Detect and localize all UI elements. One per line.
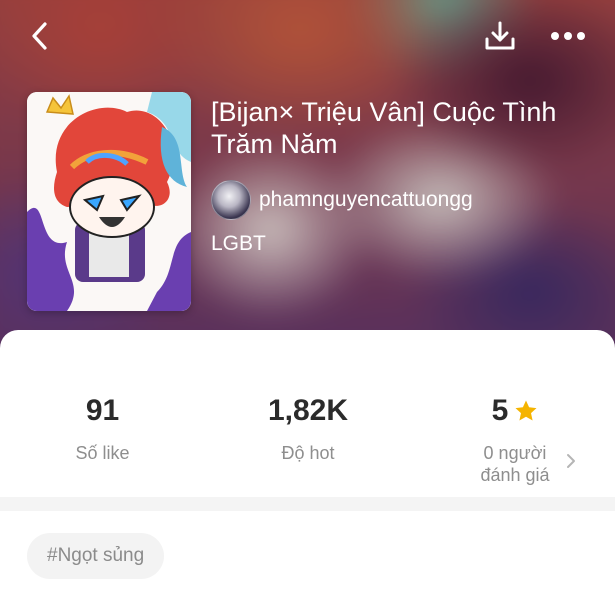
author-row[interactable]: phamnguyencattuongg bbox=[211, 180, 473, 220]
back-button[interactable] bbox=[22, 18, 58, 54]
rating-label: 0 người đánh giá bbox=[465, 442, 565, 486]
rating-stat[interactable]: 5 0 người đánh giá bbox=[465, 392, 565, 486]
tag-chip[interactable]: #Ngọt sủng bbox=[27, 533, 165, 579]
more-options-button[interactable] bbox=[546, 16, 590, 56]
likes-stat: 91 Số like bbox=[60, 392, 145, 464]
hot-stat: 1,82K Độ hot bbox=[247, 392, 369, 464]
star-icon bbox=[515, 400, 537, 421]
download-icon bbox=[485, 21, 515, 50]
story-title: [Bijan× Triệu Vân] Cuộc Tình Trăm Năm bbox=[211, 97, 557, 159]
hot-label: Độ hot bbox=[281, 443, 335, 463]
top-bar bbox=[0, 14, 615, 58]
author-name[interactable]: phamnguyencattuongg bbox=[259, 188, 473, 212]
rating-label-line2: đánh giá bbox=[480, 465, 550, 485]
section-divider bbox=[0, 497, 615, 511]
tag-label: #Ngọt sủng bbox=[47, 545, 145, 566]
download-button[interactable] bbox=[480, 16, 520, 56]
more-horizontal-icon bbox=[551, 32, 585, 40]
story-cover-image bbox=[27, 92, 191, 311]
rating-value: 5 bbox=[491, 394, 509, 427]
likes-value: 91 bbox=[85, 394, 120, 427]
genre-label[interactable]: LGBT bbox=[211, 232, 266, 256]
rating-label-line1: 0 người bbox=[483, 443, 547, 463]
author-avatar[interactable] bbox=[211, 180, 251, 220]
likes-label: Số like bbox=[75, 443, 130, 463]
hot-value: 1,82K bbox=[267, 394, 349, 427]
chevron-left-icon bbox=[32, 22, 47, 50]
chevron-right-icon[interactable] bbox=[563, 451, 579, 471]
